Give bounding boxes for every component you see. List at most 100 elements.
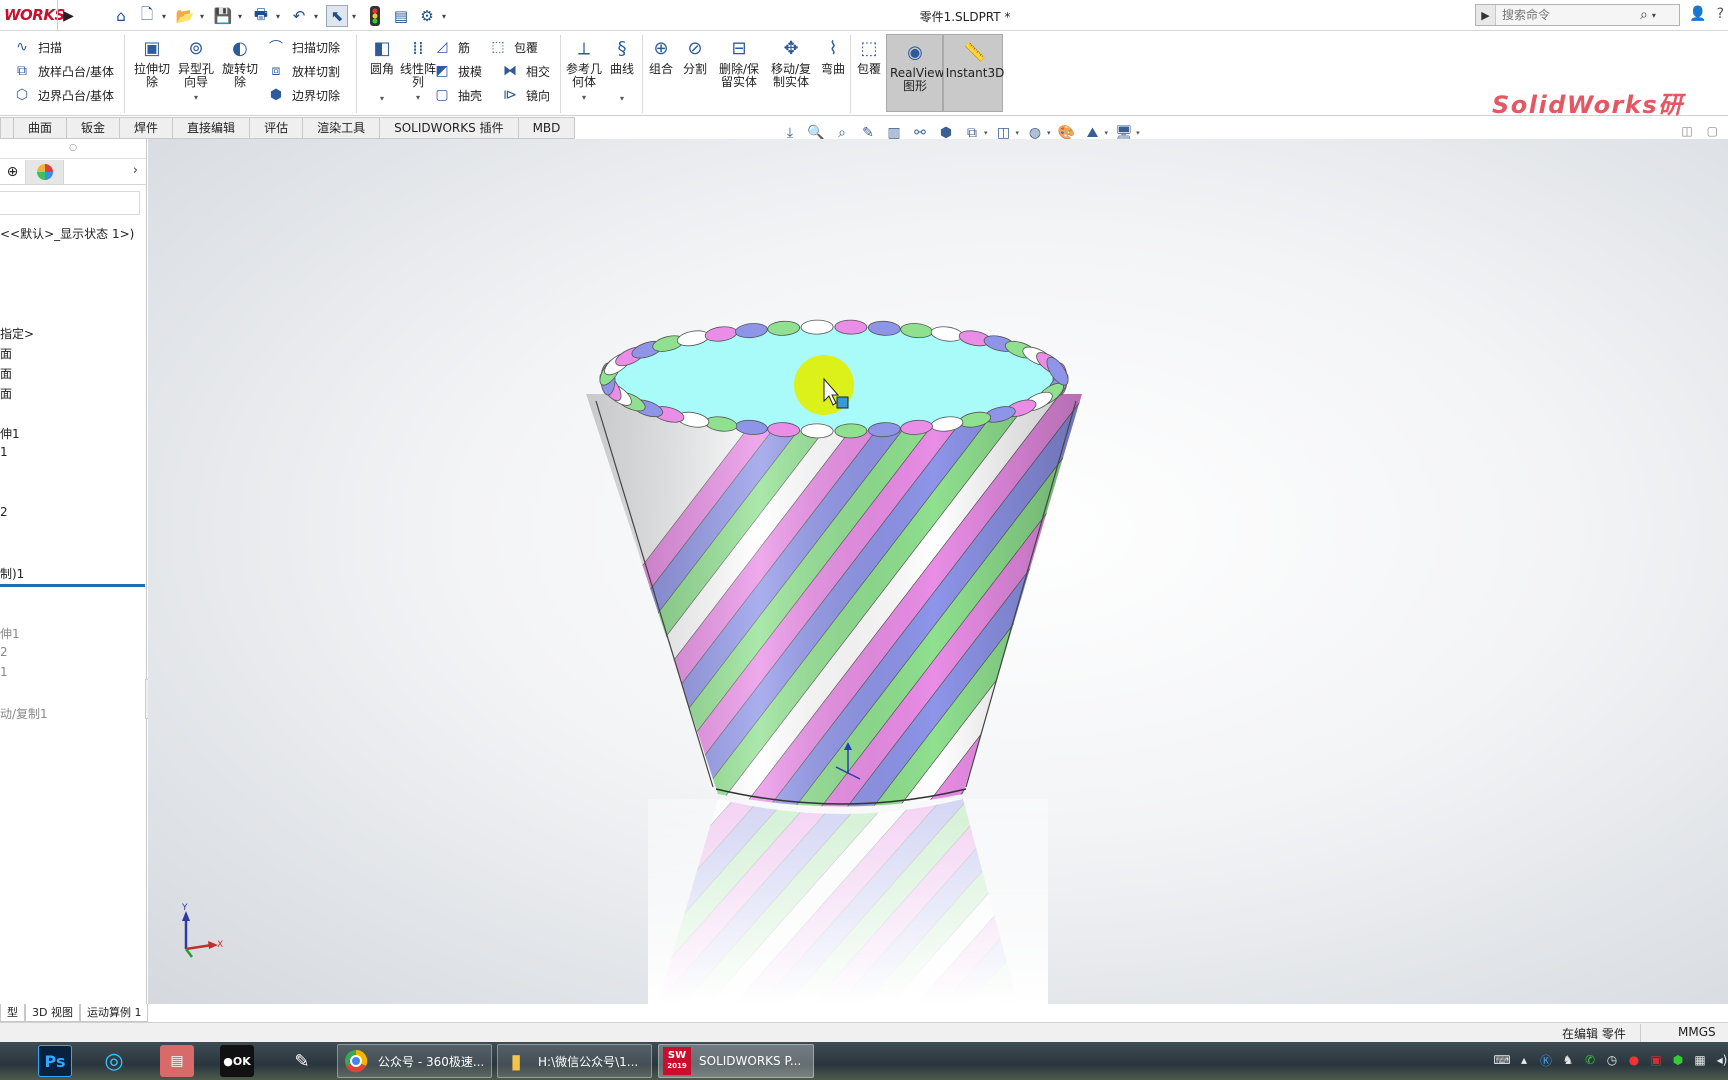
display-manager-tab-icon[interactable] <box>26 159 64 184</box>
reference-geometry-button[interactable]: ⟂ 参考几何体 ▾ <box>562 35 606 104</box>
help-icon[interactable]: ? <box>1717 6 1724 22</box>
revolve-cut-button[interactable]: ◐ 旋转切除 <box>216 35 264 89</box>
tree-item[interactable]: 伸1 <box>0 425 20 442</box>
home-icon[interactable]: ⌂ <box>110 5 132 27</box>
curves-dropdown-icon[interactable]: ▾ <box>620 92 624 105</box>
rebuild-traffic-light-icon[interactable] <box>364 5 386 27</box>
split-button[interactable]: ⊘ 分割 <box>678 35 712 76</box>
tree-item[interactable]: 面 <box>0 345 12 362</box>
security-icon[interactable]: ⬢ <box>1670 1052 1686 1068</box>
options-dropdown-icon[interactable]: ▾ <box>442 12 450 21</box>
combine-button[interactable]: ⊕ 组合 <box>644 35 678 76</box>
print-icon[interactable]: 🖶 <box>250 5 272 27</box>
tab-evaluate[interactable]: 评估 <box>250 117 304 139</box>
reference-dropdown-icon[interactable]: ▾ <box>582 91 586 104</box>
lofted-cut-button[interactable]: ⧈ 放样切割 <box>266 59 366 83</box>
new-dropdown-icon[interactable]: ▾ <box>162 12 170 21</box>
shell-button[interactable]: ▢ 抽壳 <box>432 83 482 107</box>
volume-icon[interactable]: ◂) <box>1714 1052 1728 1068</box>
search-dropdown-icon[interactable]: ▾ <box>1652 11 1656 20</box>
mirror-button[interactable]: ⧐ 镜向 <box>500 83 550 107</box>
move-copy-body-button[interactable]: ✥ 移动/复制实体 <box>766 35 816 89</box>
panel-grip[interactable]: ○ <box>0 139 146 159</box>
tab-partial[interactable] <box>0 117 14 139</box>
clock-icon[interactable]: ◷ <box>1604 1052 1620 1068</box>
tree-item[interactable]: 面 <box>0 385 12 402</box>
print-dropdown-icon[interactable]: ▾ <box>276 12 284 21</box>
save-icon[interactable]: 💾 <box>212 5 234 27</box>
menu-expand-icon[interactable]: ▶ <box>57 0 79 31</box>
search-icon[interactable]: ⌕ <box>1640 7 1648 23</box>
tree-item[interactable]: 指定> <box>0 325 34 342</box>
realview-button[interactable]: ◉ RealView 图形 <box>886 34 944 112</box>
undo-dropdown-icon[interactable]: ▾ <box>314 12 322 21</box>
boundary-boss-button[interactable]: ⬡ 边界凸台/基体 <box>12 83 118 107</box>
maximize-view-icon[interactable]: ▢ <box>1707 124 1718 138</box>
open-folder-icon[interactable]: 📂 <box>174 5 196 27</box>
restore-view-icon[interactable]: ◫ <box>1681 124 1692 138</box>
qq-icon[interactable]: ♞ <box>1560 1052 1576 1068</box>
open-dropdown-icon[interactable]: ▾ <box>200 12 208 21</box>
record-icon[interactable]: ● <box>1626 1052 1642 1068</box>
unit-system-selector[interactable]: MMGS <box>1678 1025 1716 1039</box>
browser-swirl-icon[interactable]: ◎ <box>97 1045 131 1077</box>
taskbar-task-360-browser[interactable]: 公众号 - 360极速... <box>337 1044 492 1078</box>
boundary-cut-button[interactable]: ⬢ 边界切除 <box>266 83 366 107</box>
tab-surfaces[interactable]: 曲面 <box>14 117 68 139</box>
search-input[interactable] <box>1496 8 1636 22</box>
wrap-big-button[interactable]: ⬚ 包覆 <box>852 35 886 76</box>
swirl-vase-model[interactable]: Y X <box>148 139 1728 1004</box>
tray-expand-icon[interactable]: ▴ <box>1516 1052 1532 1068</box>
taskbar-task-explorer[interactable]: ▮ H:\微信公众号\1... <box>497 1044 652 1078</box>
sweep-button[interactable]: ∿ 扫描 <box>12 35 118 59</box>
intersect-button[interactable]: ⧓ 相交 <box>500 59 550 83</box>
tab-3d-views[interactable]: 3D 视图 <box>25 1004 80 1022</box>
tree-item-suppressed[interactable]: 动/复制1 <box>0 705 48 722</box>
draft-button[interactable]: ◩ 拔模 <box>432 59 482 83</box>
tree-item-suppressed[interactable]: 伸1 <box>0 625 20 642</box>
extrude-cut-button[interactable]: ▣ 拉伸切除 <box>128 35 176 89</box>
save-dropdown-icon[interactable]: ▾ <box>238 12 246 21</box>
tab-render-tools[interactable]: 渲染工具 <box>303 117 381 139</box>
screen-recorder-icon[interactable]: ▤ <box>160 1045 194 1077</box>
select-dropdown-icon[interactable]: ▾ <box>352 12 360 21</box>
tree-item[interactable]: 1 <box>0 445 8 459</box>
options-gear-icon[interactable]: ⚙ <box>416 5 438 27</box>
tab-solidworks-addins[interactable]: SOLIDWORKS 插件 <box>380 117 519 139</box>
user-icon[interactable]: 👤 <box>1689 6 1706 22</box>
tab-model[interactable]: 型 <box>0 1004 25 1022</box>
taskbar-task-solidworks[interactable]: SW 2019 SOLIDWORKS P... <box>658 1044 814 1078</box>
tree-filter[interactable] <box>0 191 140 215</box>
dimxpert-tab-icon[interactable]: ⊕ <box>0 159 26 184</box>
swept-cut-button[interactable]: ⌒ 扫描切除 <box>266 35 366 59</box>
paint-tool-icon[interactable]: ✎ <box>285 1045 319 1077</box>
undo-icon[interactable]: ↶ <box>288 5 310 27</box>
photoshop-icon[interactable]: Ps <box>38 1045 72 1077</box>
hole-wizard-button[interactable]: ⊚ 异型孔向导 ▾ <box>172 35 220 104</box>
pattern-dropdown-icon[interactable]: ▾ <box>416 91 420 104</box>
tab-weldments[interactable]: 焊件 <box>120 117 174 139</box>
render-dropdown-icon[interactable]: ▾ <box>1105 129 1109 137</box>
ok-app-icon[interactable]: ●OK <box>220 1045 254 1077</box>
tab-sheet-metal[interactable]: 钣金 <box>67 117 121 139</box>
scene-dropdown-icon[interactable]: ▾ <box>1047 129 1051 137</box>
wrap-button[interactable]: ⬚ 包覆 <box>488 35 538 59</box>
select-pointer-icon[interactable]: ⬉ <box>326 5 348 27</box>
tree-item[interactable]: 2 <box>0 505 8 519</box>
wechat-icon[interactable]: ✆ <box>1582 1052 1598 1068</box>
display-state-item[interactable]: <<默认>_显示状态 1>) <box>0 225 134 242</box>
rib-button[interactable]: ◿ 筋 <box>432 35 470 59</box>
instant3d-button[interactable]: 📏 Instant3D <box>943 34 1004 112</box>
tree-item-suppressed[interactable]: 1 <box>0 665 8 679</box>
command-search[interactable]: ▶ ⌕ ▾ <box>1475 4 1680 26</box>
flex-button[interactable]: ⌇ 弯曲 <box>816 35 850 76</box>
view-settings-dropdown-icon[interactable]: ▾ <box>1136 129 1140 137</box>
keyboard-icon[interactable]: ⌨ <box>1493 1052 1510 1068</box>
delete-keep-body-button[interactable]: ⊟ 删除/保留实体 <box>714 35 764 89</box>
hole-wizard-dropdown-icon[interactable]: ▾ <box>194 91 198 104</box>
appearance-dropdown-icon[interactable]: ▾ <box>1016 129 1020 137</box>
kugou-icon[interactable]: Ⓚ <box>1538 1052 1554 1068</box>
tree-item-suppressed[interactable]: 2 <box>0 645 8 659</box>
tab-direct-editing[interactable]: 直接编辑 <box>173 117 251 139</box>
panel-more-icon[interactable]: › <box>133 163 138 178</box>
